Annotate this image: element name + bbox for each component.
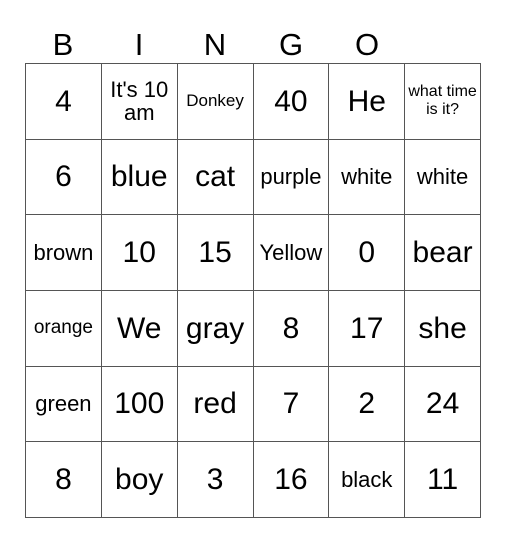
bingo-cell[interactable]: 0 bbox=[329, 215, 406, 291]
bingo-cell[interactable]: purple bbox=[253, 139, 330, 216]
bingo-cell[interactable]: boy bbox=[101, 442, 178, 518]
bingo-cell[interactable]: 17 bbox=[329, 290, 406, 367]
header-letter: I bbox=[134, 27, 144, 62]
header-letter: B bbox=[52, 27, 74, 62]
bingo-cell[interactable]: white bbox=[405, 139, 481, 216]
bingo-cell[interactable]: 7 bbox=[253, 366, 330, 443]
bingo-cell[interactable]: brown bbox=[26, 215, 102, 291]
bingo-cell[interactable]: bear bbox=[405, 215, 481, 291]
header-letter: O bbox=[354, 27, 380, 62]
bingo-header: B I N G O bbox=[25, 26, 405, 63]
bingo-cell[interactable]: she bbox=[405, 290, 481, 367]
bingo-cell[interactable]: green bbox=[26, 366, 102, 443]
bingo-grid: 4 It's 10 am Donkey 40 He what time is it? 6 bl… bbox=[25, 63, 481, 518]
bingo-cell[interactable]: cat bbox=[177, 139, 254, 216]
header-letter: N bbox=[203, 27, 227, 62]
bingo-cell[interactable]: 3 bbox=[177, 442, 254, 518]
bingo-cell[interactable]: 15 bbox=[177, 215, 254, 291]
bingo-cell[interactable]: blue bbox=[101, 139, 178, 216]
bingo-cell[interactable]: 8 bbox=[26, 442, 102, 518]
bingo-cell[interactable]: what time is it? bbox=[405, 64, 481, 140]
bingo-cell[interactable]: 8 bbox=[253, 290, 330, 367]
bingo-cell[interactable]: It's 10 am bbox=[101, 64, 178, 140]
bingo-cell[interactable]: 16 bbox=[253, 442, 330, 518]
header-letter: G bbox=[278, 27, 304, 62]
bingo-cell[interactable]: Yellow bbox=[253, 215, 330, 291]
bingo-cell[interactable]: He bbox=[329, 64, 406, 140]
bingo-cell[interactable]: black bbox=[329, 442, 406, 518]
bingo-cell[interactable]: Donkey bbox=[177, 64, 254, 140]
bingo-cell[interactable]: 4 bbox=[26, 64, 102, 140]
bingo-cell[interactable]: 11 bbox=[405, 442, 481, 518]
bingo-cell[interactable]: orange bbox=[26, 290, 102, 367]
bingo-cell[interactable]: 40 bbox=[253, 64, 330, 140]
bingo-cell[interactable]: red bbox=[177, 366, 254, 443]
bingo-cell[interactable]: 2 bbox=[329, 366, 406, 443]
bingo-cell[interactable]: gray bbox=[177, 290, 254, 367]
bingo-cell[interactable]: 24 bbox=[405, 366, 481, 443]
bingo-cell[interactable]: 6 bbox=[26, 139, 102, 216]
bingo-cell[interactable]: 100 bbox=[101, 366, 178, 443]
bingo-cell[interactable]: white bbox=[329, 139, 406, 216]
bingo-cell[interactable]: 10 bbox=[101, 215, 178, 291]
bingo-cell[interactable]: We bbox=[101, 290, 178, 367]
